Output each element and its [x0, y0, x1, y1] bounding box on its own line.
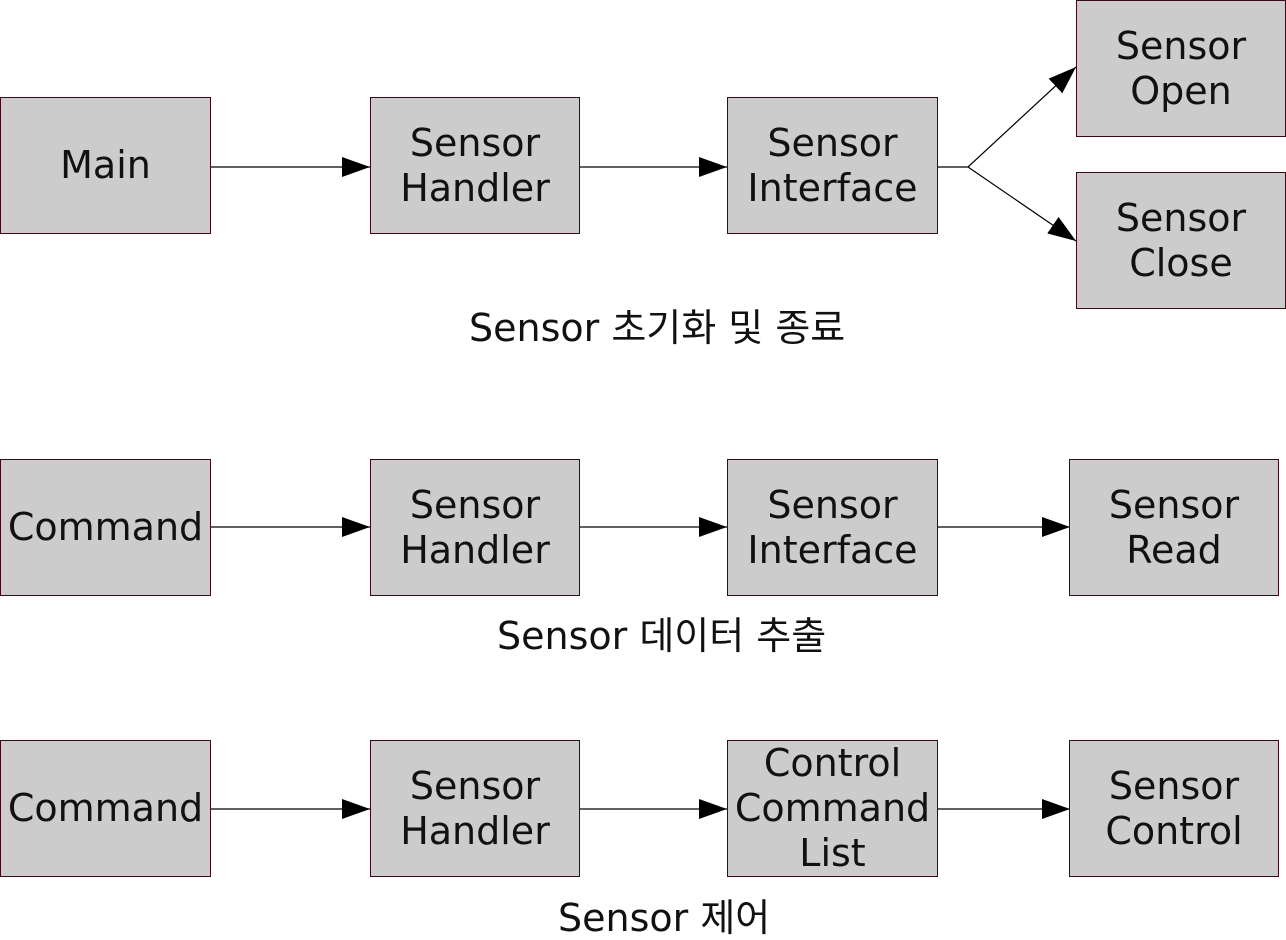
arrow-interface-to-close: [967, 166, 1077, 242]
command-box-3: Command: [0, 740, 211, 877]
sensor-close-box: Sensor Close: [1076, 172, 1286, 309]
sensor-open-box: Sensor Open: [1076, 0, 1286, 137]
arrow-interface-to-open: [937, 66, 1077, 168]
sensor-interface-box-1: Sensor Interface: [727, 97, 938, 234]
main-box: Main: [0, 97, 211, 234]
sensor-handler-box-1: Sensor Handler: [370, 97, 580, 234]
caption-control: Sensor 제어: [558, 896, 771, 940]
caption-init-and-close: Sensor 초기화 및 종료: [469, 306, 846, 350]
caption-data-extraction: Sensor 데이터 추출: [497, 614, 827, 658]
sensor-handler-box-3: Sensor Handler: [370, 740, 580, 877]
command-box-2: Command: [0, 459, 211, 596]
sensor-control-box: Sensor Control: [1069, 740, 1279, 877]
sensor-read-box: Sensor Read: [1069, 459, 1279, 596]
control-command-list-box: Control Command List: [727, 740, 938, 877]
sensor-handler-box-2: Sensor Handler: [370, 459, 580, 596]
sensor-interface-box-2: Sensor Interface: [727, 459, 938, 596]
